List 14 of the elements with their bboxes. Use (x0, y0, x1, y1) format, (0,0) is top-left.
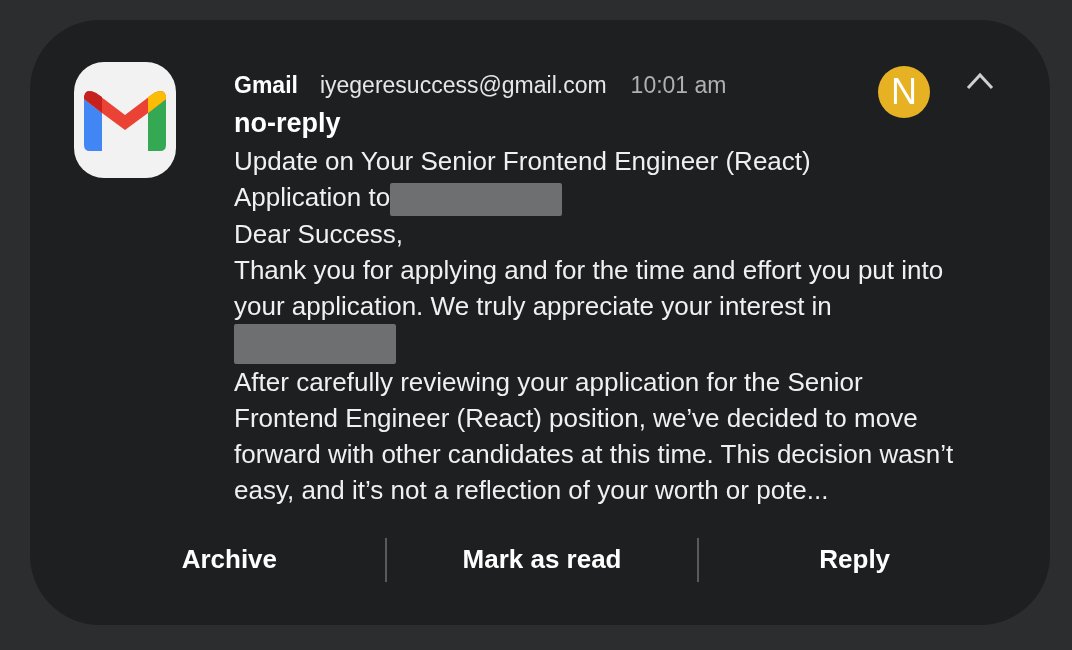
collapse-chevron-icon[interactable] (966, 72, 994, 90)
notification-time: 10:01 am (630, 71, 727, 99)
sender-name: no-reply (234, 108, 341, 139)
message-text: Update on Your Senior Frontend Engineer (React) (234, 145, 812, 178)
account-email: iyegeresuccess@gmail.com (319, 71, 607, 99)
action-button[interactable]: Mark as read (386, 536, 698, 583)
message-text: Dear Success, (234, 217, 405, 251)
app-name: Gmail (234, 71, 298, 99)
gmail-logo-icon (74, 62, 176, 178)
action-button[interactable]: Archive (74, 536, 385, 583)
message-text: Thank you for applying and for the time and effort you put into your application. We truly appreciate your interest in (234, 253, 945, 323)
message-text: After carefully reviewing your application for the Senior Frontend Engineer (React) position, we’ve decided to move forward with other candidates at this time. This decision wasn’t easy, and it’s not a reflection of your worth or pote... (234, 365, 955, 507)
action-button[interactable]: Reply (699, 536, 1010, 583)
message-text: Application to (234, 182, 391, 212)
